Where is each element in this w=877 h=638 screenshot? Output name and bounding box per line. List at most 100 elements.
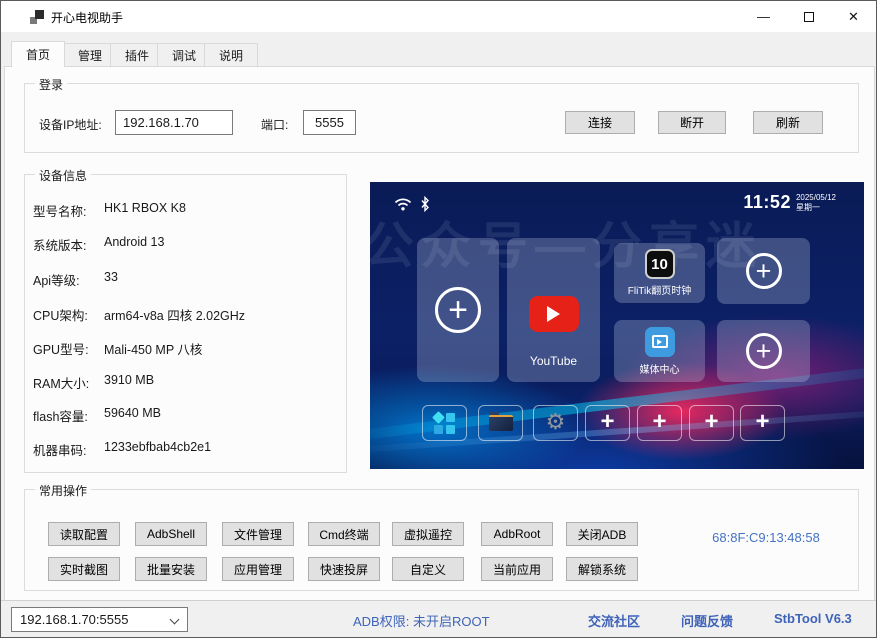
tab-home[interactable]: 首页	[11, 41, 65, 67]
read-config-button[interactable]: 读取配置	[48, 522, 120, 546]
gear-icon: ⚙	[546, 412, 566, 434]
batch-install-button[interactable]: 批量安装	[135, 557, 207, 581]
refresh-button[interactable]: 刷新	[753, 111, 823, 134]
device-info-group-title: 设备信息	[35, 167, 91, 184]
tv-screenshot-preview[interactable]: 公众号—分享迷 11:52 2025/05/12 星期一 YouTube	[370, 182, 864, 469]
status-bar: 192.168.1.70:5555 ADB权限: 未开启ROOT 交流社区 问题…	[1, 600, 876, 637]
app-logo-icon	[30, 10, 44, 24]
row-value: 33	[104, 270, 118, 284]
wifi-icon	[394, 197, 412, 211]
tab-strip: 首页 管理 插件 调试 说明	[1, 32, 876, 67]
row-label: 型号名称:	[33, 205, 86, 219]
row-value: arm64-v8a 四核 2.02GHz	[104, 305, 245, 324]
row-value: Android 13	[104, 235, 164, 249]
device-row-flash: flash容量: 59640 MB	[33, 406, 333, 424]
tab-manage[interactable]: 管理	[63, 43, 117, 66]
community-link[interactable]: 交流社区	[588, 611, 640, 630]
ip-label: 设备IP地址:	[39, 116, 102, 133]
connect-button[interactable]: 连接	[565, 111, 635, 134]
minimize-icon: —	[757, 9, 770, 24]
port-label: 端口:	[261, 116, 288, 133]
device-select-combo[interactable]: 192.168.1.70:5555	[11, 607, 188, 632]
tv-tile-add-1[interactable]	[417, 238, 499, 382]
flip-clock-icon: 10	[645, 249, 675, 279]
tv-tile-youtube[interactable]: YouTube	[507, 238, 600, 382]
dock-apps-button[interactable]	[422, 405, 467, 441]
tv-dock-row: ⚙ + + + +	[370, 405, 864, 441]
adb-root-button[interactable]: AdbRoot	[481, 522, 553, 546]
row-label: RAM大小:	[33, 377, 89, 391]
feedback-link[interactable]: 问题反馈	[681, 611, 733, 630]
device-row-model: 型号名称: HK1 RBOX K8	[33, 201, 333, 219]
row-value: HK1 RBOX K8	[104, 201, 186, 215]
operations-group: 常用操作 读取配置 AdbShell 文件管理 Cmd终端 虚拟遥控 AdbRo…	[24, 489, 859, 591]
device-row-api: Api等级: 33	[33, 270, 333, 288]
dock-add-slot-4[interactable]: +	[740, 405, 785, 441]
adb-shell-button[interactable]: AdbShell	[135, 522, 207, 546]
device-row-gpu: GPU型号: Mali-450 MP 八核	[33, 339, 333, 357]
operations-group-title: 常用操作	[35, 482, 91, 499]
ip-input[interactable]: 192.168.1.70	[115, 110, 233, 135]
quick-cast-button[interactable]: 快速投屏	[308, 557, 380, 581]
row-value: 1233ebfbab4cb2e1	[104, 440, 211, 454]
tab-debug[interactable]: 调试	[157, 43, 211, 66]
dock-files-button[interactable]	[478, 405, 523, 441]
live-screenshot-button[interactable]: 实时截图	[48, 557, 120, 581]
title-bar[interactable]: 开心电视助手 — ✕	[1, 1, 876, 32]
row-value: Mali-450 MP 八核	[104, 339, 202, 358]
row-value: 59640 MB	[104, 406, 161, 420]
window-title: 开心电视助手	[51, 9, 123, 26]
tab-help[interactable]: 说明	[204, 43, 258, 66]
youtube-play-icon	[529, 296, 579, 332]
plus-icon: +	[704, 410, 718, 434]
tv-weekday: 星期一	[796, 202, 836, 213]
disconnect-button[interactable]: 断开	[658, 111, 726, 134]
custom-button[interactable]: 自定义	[392, 557, 464, 581]
tv-tile-flitik-clock[interactable]: 10 FliTik翻页时钟	[614, 243, 705, 303]
close-adb-button[interactable]: 关闭ADB	[566, 522, 638, 546]
tv-tile-add-2[interactable]	[717, 238, 810, 304]
device-row-serial: 机器串码: 1233ebfbab4cb2e1	[33, 440, 333, 458]
dock-add-slot-3[interactable]: +	[689, 405, 734, 441]
device-select-value: 192.168.1.70:5555	[20, 612, 128, 627]
row-label: 系统版本:	[33, 239, 86, 253]
row-label: Api等级:	[33, 274, 80, 288]
dock-add-slot-1[interactable]: +	[585, 405, 630, 441]
current-app-button[interactable]: 当前应用	[481, 557, 553, 581]
bluetooth-icon	[420, 196, 430, 212]
port-input[interactable]: 5555	[303, 110, 356, 135]
maximize-button[interactable]	[786, 1, 831, 32]
apps-grid-icon	[434, 413, 455, 434]
tab-page-home: 登录 设备IP地址: 192.168.1.70 端口: 5555 连接 断开 刷…	[4, 66, 875, 602]
row-label: flash容量:	[33, 410, 88, 424]
mac-address: 68:8F:C9:13:48:58	[691, 530, 841, 545]
device-row-os: 系统版本: Android 13	[33, 235, 333, 253]
unlock-system-button[interactable]: 解锁系统	[566, 557, 638, 581]
row-label: 机器串码:	[33, 444, 86, 458]
tile-label: 媒体中心	[640, 361, 680, 376]
row-label: GPU型号:	[33, 343, 89, 357]
file-manager-button[interactable]: 文件管理	[222, 522, 294, 546]
tv-tile-add-3[interactable]	[717, 320, 810, 382]
tv-date: 2025/05/12	[796, 193, 836, 202]
media-center-icon	[645, 327, 675, 357]
tile-label: FliTik翻页时钟	[628, 282, 692, 297]
virtual-remote-button[interactable]: 虚拟遥控	[392, 522, 464, 546]
dock-settings-button[interactable]: ⚙	[533, 405, 578, 441]
app-window: 开心电视助手 — ✕ 首页 管理 插件 调试 说明 登录 设备IP地址: 192…	[0, 0, 877, 638]
app-manager-button[interactable]: 应用管理	[222, 557, 294, 581]
login-group: 登录 设备IP地址: 192.168.1.70 端口: 5555 连接 断开 刷…	[24, 83, 859, 153]
row-value: 3910 MB	[104, 373, 154, 387]
tab-plugins[interactable]: 插件	[110, 43, 164, 66]
login-group-title: 登录	[35, 76, 67, 93]
minimize-button[interactable]: —	[741, 1, 786, 32]
tv-clock: 11:52 2025/05/12 星期一	[743, 192, 836, 213]
close-button[interactable]: ✕	[831, 1, 876, 32]
cmd-terminal-button[interactable]: Cmd终端	[308, 522, 380, 546]
device-info-group: 设备信息 型号名称:HK1 RBOX K8 系统版本:Android 13 Ap…	[24, 174, 347, 473]
device-row-cpu: CPU架构:arm64-v8a 四核 2.02GHz	[33, 305, 333, 323]
tile-label: YouTube	[530, 354, 577, 368]
dock-add-slot-2[interactable]: +	[637, 405, 682, 441]
tv-tile-media-center[interactable]: 媒体中心	[614, 320, 705, 382]
close-icon: ✕	[848, 9, 859, 25]
